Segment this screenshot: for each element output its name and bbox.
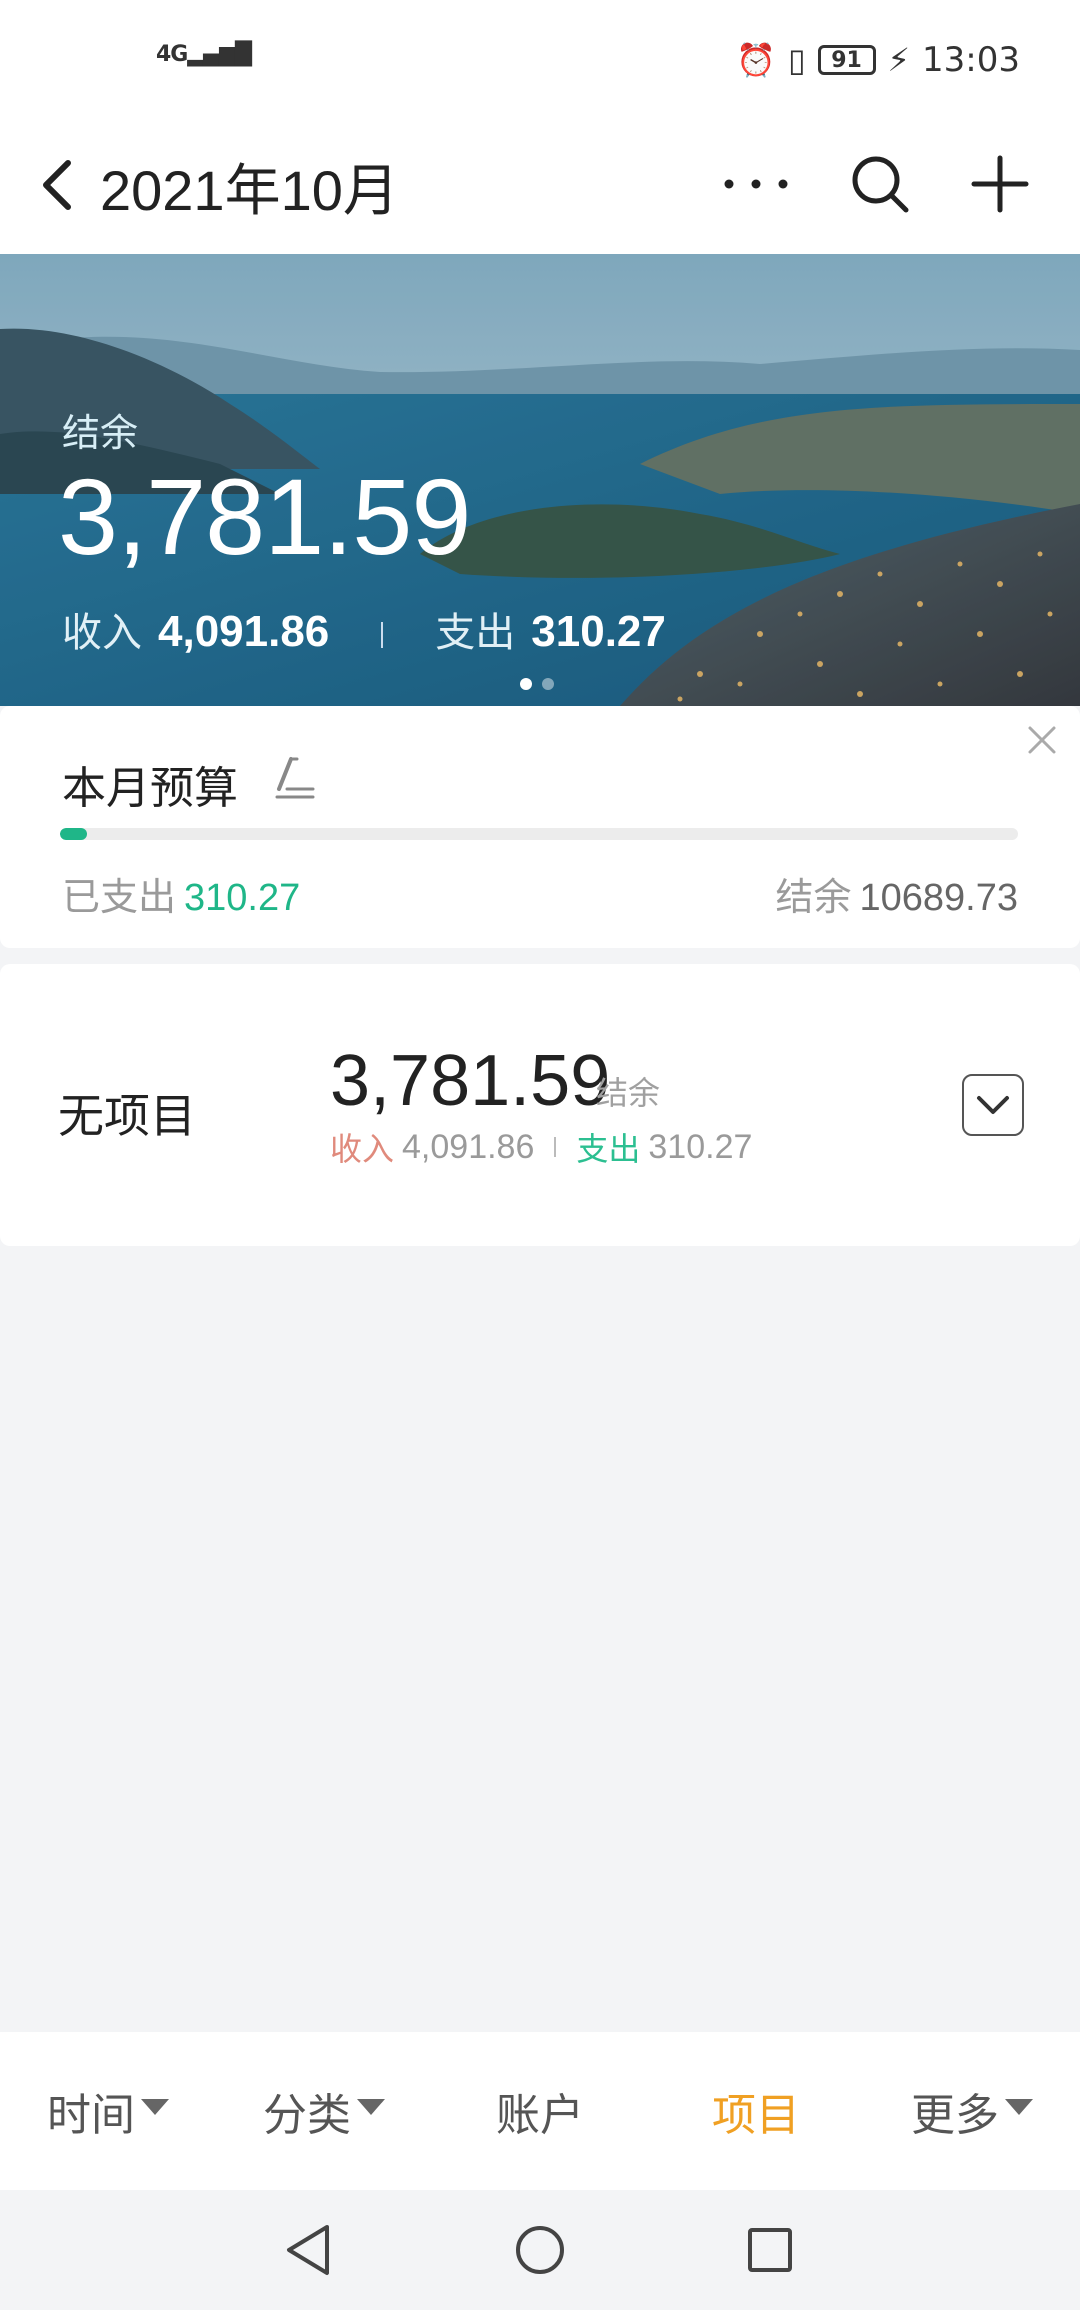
expense-value: 310.27 bbox=[531, 607, 666, 656]
edit-icon bbox=[275, 757, 315, 799]
nav-back-icon bbox=[287, 2225, 329, 2275]
dropdown-caret-icon bbox=[141, 2099, 169, 2115]
battery-level: 91 bbox=[831, 47, 862, 73]
budget-progress-fill bbox=[60, 828, 87, 840]
charging-icon: ⚡ bbox=[887, 41, 911, 79]
tab-project[interactable]: 项目 bbox=[648, 2032, 864, 2190]
status-right: ⏰ ▯ 91 ⚡ 13:03 bbox=[736, 40, 1020, 80]
income-expense-row: 收入 4,091.86 支出 310.27 bbox=[62, 600, 666, 658]
status-time: 13:03 bbox=[922, 40, 1020, 80]
project-balance-label: 结余 bbox=[596, 1074, 661, 1112]
more-icon bbox=[724, 179, 788, 189]
tab-more[interactable]: 更多 bbox=[864, 2032, 1080, 2190]
spent-value: 310.27 bbox=[184, 877, 301, 919]
project-name: 无项目 bbox=[58, 1089, 196, 1143]
edit-budget-button[interactable] bbox=[264, 750, 320, 806]
monthly-budget-card[interactable]: 本月预算 已支出 310.27 结余 10689.73 bbox=[0, 706, 1080, 948]
nav-recents-button[interactable] bbox=[738, 2218, 802, 2282]
dropdown-caret-icon bbox=[357, 2099, 385, 2115]
expense-label: 支出 bbox=[435, 610, 516, 656]
vibrate-icon: ▯ bbox=[787, 41, 806, 79]
battery-icon: 91 bbox=[817, 45, 876, 75]
expand-button[interactable] bbox=[962, 1074, 1024, 1136]
divider bbox=[554, 1137, 557, 1157]
project-row[interactable]: 无项目 3,781.59 结余 收入 4,091.86 支出 310.27 bbox=[0, 964, 1080, 1246]
budget-balance-value: 10689.73 bbox=[859, 877, 1019, 919]
search-button[interactable] bbox=[840, 144, 920, 224]
signal-text: 4G bbox=[156, 42, 188, 67]
tab-label: 更多 bbox=[911, 2090, 999, 2141]
nav-home-icon bbox=[516, 2226, 564, 2274]
alarm-icon: ⏰ bbox=[736, 41, 776, 79]
chevron-down-icon bbox=[977, 1096, 1009, 1114]
plus-icon bbox=[971, 155, 1029, 213]
search-icon bbox=[852, 156, 909, 213]
more-button[interactable] bbox=[716, 144, 796, 224]
page-title[interactable]: 2021年10月 bbox=[100, 146, 399, 227]
divider bbox=[381, 622, 384, 648]
carousel-dot-1[interactable] bbox=[520, 678, 532, 690]
balance-label: 结余 bbox=[62, 411, 139, 455]
project-income-label: 收入 bbox=[330, 1130, 395, 1168]
income-label: 收入 bbox=[62, 610, 142, 656]
summary-banner[interactable]: 结余 3,781.59 收入 4,091.86 支出 310.27 bbox=[0, 254, 1080, 706]
project-expense-value: 310.27 bbox=[648, 1127, 753, 1166]
budget-progress-bar bbox=[60, 828, 1018, 840]
nav-home-button[interactable] bbox=[508, 2218, 572, 2282]
budget-spent: 已支出 310.27 bbox=[62, 866, 300, 921]
tab-label: 账户 bbox=[496, 2090, 584, 2141]
bottom-tab-bar: 时间 分类 账户 项目 更多 bbox=[0, 2032, 1080, 2190]
tab-label: 分类 bbox=[263, 2090, 351, 2141]
tab-time[interactable]: 时间 bbox=[0, 2032, 216, 2190]
carousel-dot-2[interactable] bbox=[542, 678, 554, 690]
nav-recents-icon bbox=[748, 2228, 792, 2272]
nav-back-button[interactable] bbox=[276, 2218, 340, 2282]
tab-label: 项目 bbox=[712, 2090, 800, 2141]
project-income-value: 4,091.86 bbox=[402, 1127, 535, 1166]
back-arrow-icon bbox=[43, 160, 71, 210]
add-button[interactable] bbox=[960, 144, 1040, 224]
signal-icon: 4G▂▄▆█ bbox=[156, 42, 252, 67]
income-value: 4,091.86 bbox=[158, 607, 330, 656]
dropdown-caret-icon bbox=[1005, 2099, 1033, 2115]
back-button[interactable] bbox=[38, 150, 86, 220]
tab-label: 时间 bbox=[47, 2090, 135, 2141]
top-app-bar: 2021年10月 bbox=[0, 124, 1080, 254]
carousel-indicator bbox=[520, 678, 554, 690]
spent-label: 已支出 bbox=[62, 875, 177, 919]
tab-category[interactable]: 分类 bbox=[216, 2032, 432, 2190]
close-icon bbox=[1028, 726, 1056, 754]
tab-account[interactable]: 账户 bbox=[432, 2032, 648, 2190]
project-balance-amount: 3,781.59 bbox=[330, 1041, 611, 1121]
budget-title: 本月预算 bbox=[62, 763, 238, 814]
budget-balance-label: 结余 bbox=[775, 875, 852, 919]
status-bar: 4G▂▄▆█ ⏰ ▯ 91 ⚡ 13:03 bbox=[0, 0, 1080, 124]
close-button[interactable] bbox=[1020, 718, 1064, 762]
project-expense-label: 支出 bbox=[576, 1130, 641, 1168]
balance-amount: 3,781.59 bbox=[58, 456, 471, 577]
system-nav-bar bbox=[0, 2190, 1080, 2310]
project-income-expense: 收入 4,091.86 支出 310.27 bbox=[330, 1124, 752, 1170]
budget-balance: 结余 10689.73 bbox=[775, 866, 1018, 921]
